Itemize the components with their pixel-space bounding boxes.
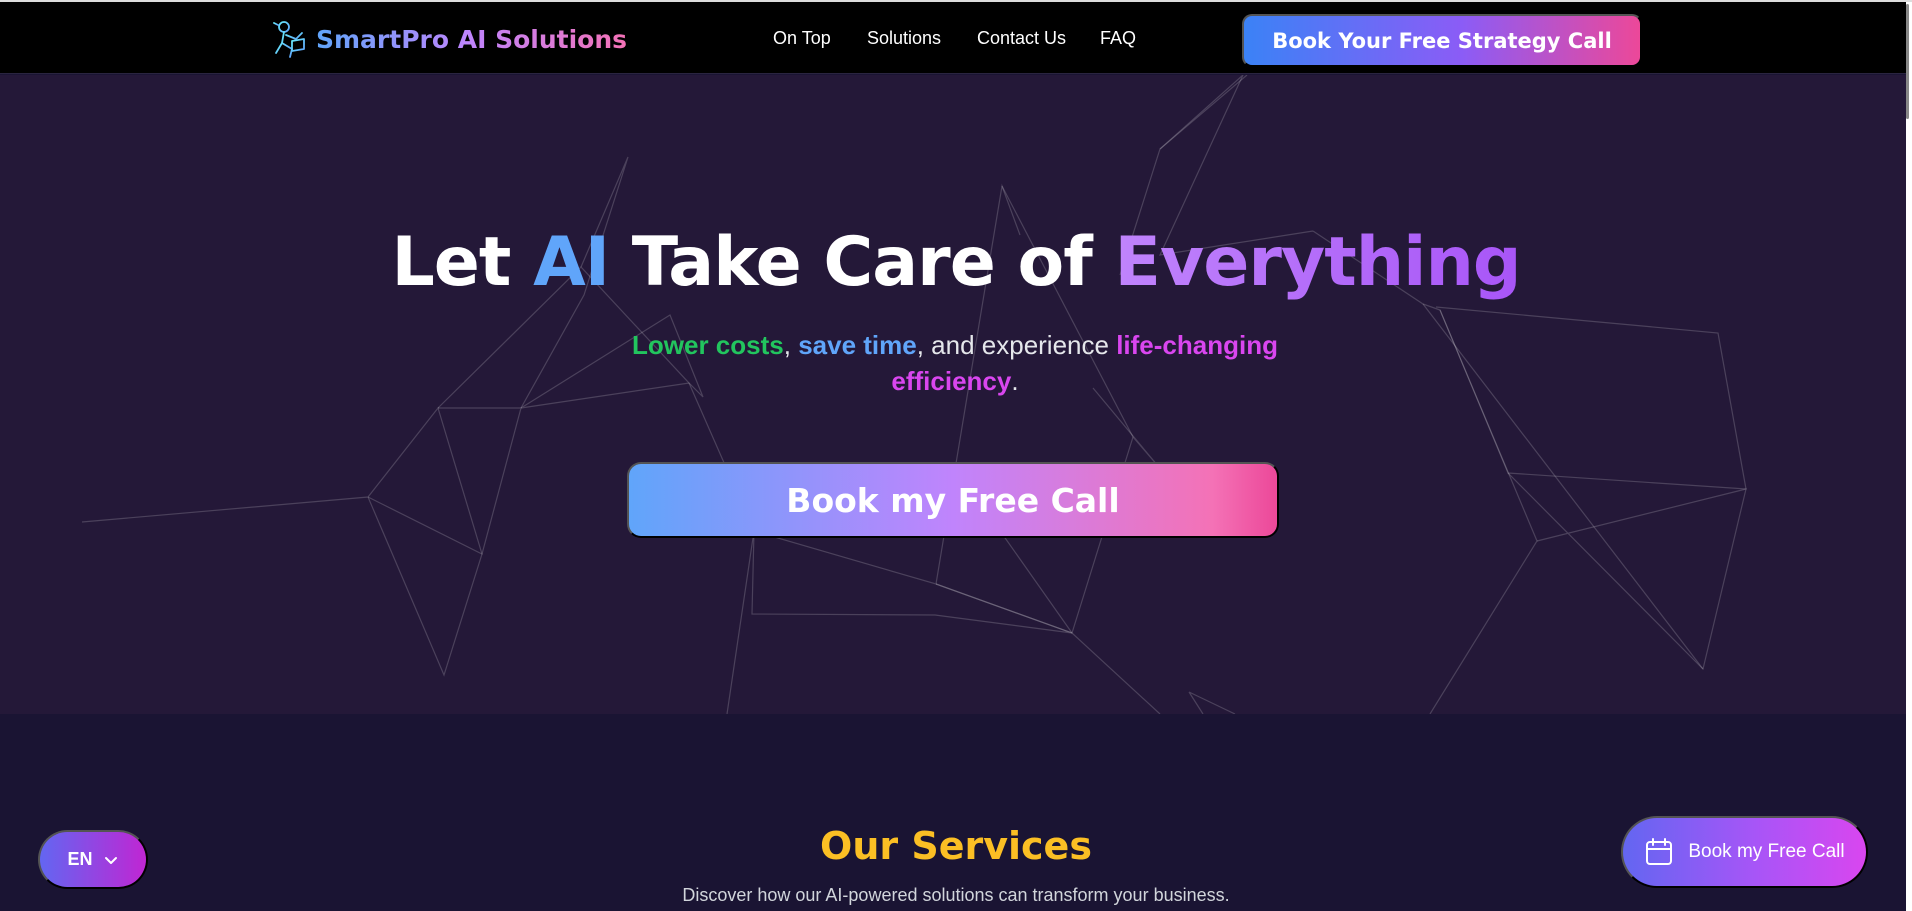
language-code: EN <box>67 849 93 869</box>
nav-link-contact-us[interactable]: Contact Us <box>977 28 1066 49</box>
nav-link-on-top[interactable]: On Top <box>773 28 831 49</box>
hero-heading-ai: AI <box>533 223 610 302</box>
language-selector[interactable]: EN <box>38 830 148 889</box>
hero-heading-part2: Take Care of <box>609 223 1115 302</box>
hero-heading: Let AI Take Care of Everything <box>0 223 1912 302</box>
hero-subheading: Lower costs, save time, and experience l… <box>610 327 1300 399</box>
hero-sub-sep1: , <box>783 330 799 360</box>
nav-link-faq[interactable]: FAQ <box>1100 28 1136 49</box>
hero-sub-save-time: save time <box>798 330 917 360</box>
robot-reading-icon <box>273 21 305 58</box>
scrollbar-thumb[interactable] <box>1906 4 1909 119</box>
brand-name: SmartPro AI Solutions <box>316 24 628 54</box>
floating-book-call-button[interactable]: Book my Free Call <box>1621 816 1868 888</box>
services-subheading: Discover how our AI-powered solutions ca… <box>682 885 1230 905</box>
hero-section: Let AI Take Care of Everything Lower cos… <box>0 75 1912 714</box>
hero-sub-end: . <box>1011 366 1019 396</box>
floating-cta-label: Book my Free Call <box>1688 841 1845 862</box>
brand-logo[interactable]: SmartPro AI Solutions <box>270 19 627 59</box>
book-strategy-call-button[interactable]: Book Your Free Strategy Call <box>1242 14 1642 67</box>
calendar-icon <box>1646 838 1673 865</box>
services-section: Our Services Discover how our AI-powered… <box>0 714 1912 911</box>
hero-sub-lower-costs: Lower costs <box>632 330 784 360</box>
book-free-call-button[interactable]: Book my Free Call <box>627 462 1279 538</box>
top-navbar: SmartPro AI Solutions On Top Solutions C… <box>0 0 1912 74</box>
hero-sub-mid: , and experience <box>916 330 1117 360</box>
hero-heading-everything: Everything <box>1114 223 1521 302</box>
hero-heading-part1: Let <box>391 223 534 302</box>
chevron-down-icon <box>104 856 117 864</box>
nav-link-solutions[interactable]: Solutions <box>867 28 941 49</box>
page-scrollbar[interactable] <box>1906 2 1912 911</box>
